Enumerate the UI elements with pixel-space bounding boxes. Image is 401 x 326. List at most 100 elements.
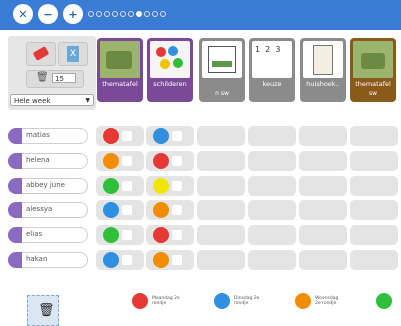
done-checkbox[interactable] [122, 156, 132, 166]
drag-handle[interactable] [8, 128, 22, 144]
done-checkbox[interactable] [122, 181, 132, 191]
done-checkbox[interactable] [122, 255, 132, 265]
page-dot[interactable] [136, 11, 142, 17]
done-checkbox[interactable] [172, 255, 182, 265]
schedule-cell[interactable] [350, 225, 398, 245]
schedule-cell[interactable] [299, 151, 347, 171]
schedule-cell[interactable] [248, 225, 296, 245]
page-dot[interactable] [144, 11, 150, 17]
done-checkbox[interactable] [172, 131, 182, 141]
schedule-cell[interactable] [96, 126, 144, 146]
schedule-cell[interactable] [299, 200, 347, 220]
page-dot[interactable] [120, 11, 126, 17]
legend-label: Woensdag 2e rondje [315, 296, 339, 306]
schedule-cell[interactable] [350, 250, 398, 270]
activity-label: thematafel [355, 80, 391, 88]
day-marker[interactable] [103, 178, 119, 194]
zoom-in-icon[interactable]: + [63, 4, 83, 24]
schedule-cell[interactable] [248, 250, 296, 270]
schedule-cell[interactable] [96, 225, 144, 245]
day-marker[interactable] [153, 128, 169, 144]
child-name-plate[interactable]: helena [8, 153, 88, 169]
schedule-cell[interactable] [197, 151, 245, 171]
done-checkbox[interactable] [122, 131, 132, 141]
child-name-plate[interactable]: elias [8, 227, 88, 243]
bin-select[interactable]: 🗑 15 [26, 70, 84, 88]
activity-card[interactable]: n sw [199, 38, 245, 102]
schedule-cell[interactable] [197, 200, 245, 220]
day-marker[interactable] [153, 202, 169, 218]
schedule-cell[interactable] [299, 126, 347, 146]
activity-card[interactable]: thematafel sw [350, 38, 396, 102]
drag-handle[interactable] [8, 153, 22, 169]
day-marker[interactable] [103, 202, 119, 218]
drag-handle[interactable] [8, 227, 22, 243]
child-name-plate[interactable]: matias [8, 128, 88, 144]
schedule-cell[interactable] [146, 200, 194, 220]
trash-dropzone[interactable]: 🗑 [27, 295, 59, 326]
page-dot[interactable] [96, 11, 102, 17]
page-dot[interactable] [128, 11, 134, 17]
schedule-cell[interactable] [350, 126, 398, 146]
schedule-cell[interactable] [197, 176, 245, 196]
activity-card[interactable]: schilderen [147, 38, 193, 102]
week-select[interactable]: Hele week ▼ [10, 94, 94, 106]
activity-card[interactable]: thematafel [97, 38, 143, 102]
top-toolbar: ✕ − + [0, 0, 401, 30]
schedule-cell[interactable] [350, 200, 398, 220]
schedule-cell[interactable] [197, 126, 245, 146]
page-dot[interactable] [112, 11, 118, 17]
child-name-plate[interactable]: hakan [8, 252, 88, 268]
page-dot[interactable] [104, 11, 110, 17]
day-marker[interactable] [153, 252, 169, 268]
day-marker[interactable] [103, 227, 119, 243]
bin-value[interactable]: 15 [52, 73, 76, 83]
done-checkbox[interactable] [122, 205, 132, 215]
zoom-out-icon[interactable]: − [38, 4, 58, 24]
schedule-cell[interactable] [350, 176, 398, 196]
schedule-cell[interactable] [146, 250, 194, 270]
child-name-plate[interactable]: abbey june [8, 178, 88, 194]
day-marker[interactable] [153, 227, 169, 243]
schedule-cell[interactable] [146, 126, 194, 146]
excel-export-button[interactable]: X [58, 42, 88, 66]
done-checkbox[interactable] [172, 156, 182, 166]
done-checkbox[interactable] [172, 205, 182, 215]
page-dot[interactable] [152, 11, 158, 17]
schedule-cell[interactable] [197, 250, 245, 270]
page-dot[interactable] [88, 11, 94, 17]
activity-card[interactable]: huishoek.. [300, 38, 346, 102]
schedule-cell[interactable] [197, 225, 245, 245]
child-name-plate[interactable]: alessya [8, 202, 88, 218]
day-marker[interactable] [103, 252, 119, 268]
schedule-cell[interactable] [146, 151, 194, 171]
done-checkbox[interactable] [172, 181, 182, 191]
day-marker[interactable] [103, 128, 119, 144]
day-marker[interactable] [153, 153, 169, 169]
schedule-cell[interactable] [96, 200, 144, 220]
schedule-cell[interactable] [350, 151, 398, 171]
done-checkbox[interactable] [122, 230, 132, 240]
schedule-cell[interactable] [146, 225, 194, 245]
schedule-cell[interactable] [248, 200, 296, 220]
page-dot[interactable] [160, 11, 166, 17]
schedule-cell[interactable] [299, 250, 347, 270]
schedule-cell[interactable] [96, 250, 144, 270]
schedule-cell[interactable] [96, 151, 144, 171]
day-marker[interactable] [153, 178, 169, 194]
schedule-cell[interactable] [146, 176, 194, 196]
activity-card[interactable]: 1 2 3 keuze [249, 38, 295, 102]
schedule-cell[interactable] [96, 176, 144, 196]
eraser-button[interactable] [26, 42, 56, 66]
schedule-cell[interactable] [299, 176, 347, 196]
schedule-cell[interactable] [248, 126, 296, 146]
drag-handle[interactable] [8, 202, 22, 218]
done-checkbox[interactable] [172, 230, 182, 240]
day-marker[interactable] [103, 153, 119, 169]
drag-handle[interactable] [8, 252, 22, 268]
schedule-cell[interactable] [248, 176, 296, 196]
close-icon[interactable]: ✕ [13, 4, 33, 24]
drag-handle[interactable] [8, 178, 22, 194]
schedule-cell[interactable] [248, 151, 296, 171]
schedule-cell[interactable] [299, 225, 347, 245]
